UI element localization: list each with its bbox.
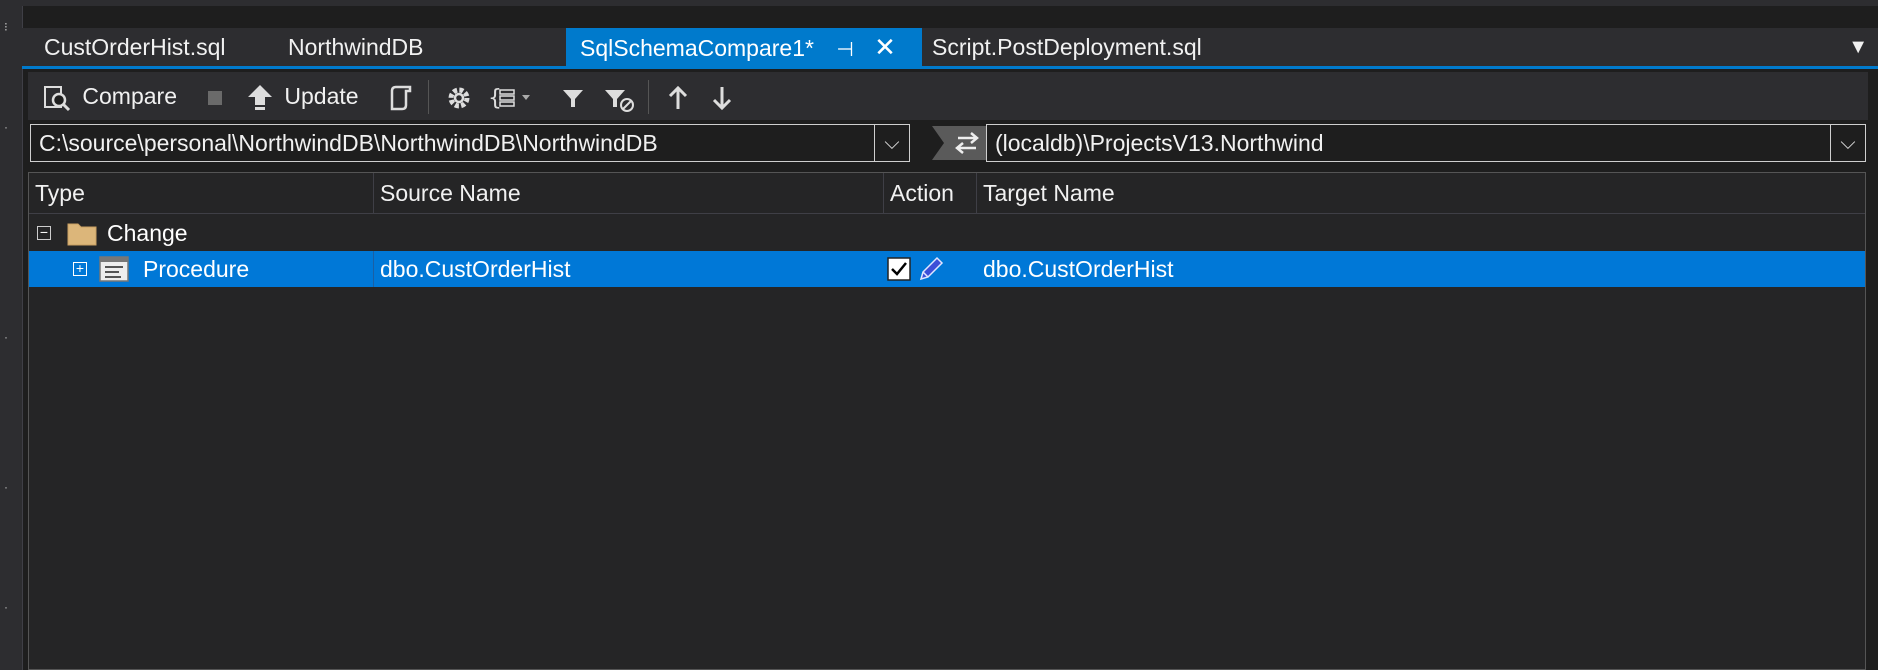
stop-button[interactable] xyxy=(206,78,224,114)
chevron-down-icon[interactable]: ⌵ xyxy=(1830,125,1865,161)
strip-mark: · xyxy=(4,330,8,344)
top-bar xyxy=(22,0,1878,6)
tab-label: CustOrderHist.sql xyxy=(44,34,226,60)
target-select[interactable]: (localdb)\ProjectsV13.Northwind ⌵ xyxy=(986,124,1866,162)
row-type: Procedure xyxy=(143,251,374,287)
target-select-value: (localdb)\ProjectsV13.Northwind xyxy=(995,130,1324,156)
collapse-icon[interactable]: − xyxy=(37,225,51,240)
options-button[interactable] xyxy=(444,78,474,114)
arrow-up-icon xyxy=(668,85,688,109)
strip-mark: · xyxy=(4,480,8,494)
compare-magnifier-icon xyxy=(44,85,71,111)
filter-button[interactable] xyxy=(560,78,586,114)
tab-script-postdeployment[interactable]: Script.PostDeployment.sql xyxy=(918,28,1216,66)
column-header-type[interactable]: Type xyxy=(29,173,374,213)
group-label: Change xyxy=(107,220,188,246)
update-label: Update xyxy=(284,83,359,109)
procedure-icon xyxy=(99,256,129,282)
update-button[interactable]: Update xyxy=(246,78,359,114)
arrow-down-icon xyxy=(712,86,732,111)
pin-icon[interactable]: ⊣ xyxy=(836,31,853,69)
table-row[interactable]: + Procedure dbo.CustOrderHist dbo.CustOr… xyxy=(29,251,1865,287)
include-checkbox[interactable] xyxy=(887,257,911,281)
row-source-name: dbo.CustOrderHist xyxy=(380,256,571,282)
source-select-value: C:\source\personal\NorthwindDB\Northwind… xyxy=(39,130,658,156)
generate-script-button[interactable] xyxy=(384,78,414,114)
update-arrow-up-icon xyxy=(248,84,272,110)
filter-icon xyxy=(563,89,583,107)
group-row-change[interactable]: − Change xyxy=(29,215,1865,251)
compare-label: Compare xyxy=(82,83,177,109)
schema-compare-toolbar: Compare Update { xyxy=(28,72,1868,120)
strip-mark: ⁝ xyxy=(4,20,8,34)
gear-icon xyxy=(448,87,470,109)
next-change-button[interactable] xyxy=(708,78,736,114)
group-results-button[interactable]: { xyxy=(488,78,538,114)
strip-mark: · xyxy=(4,600,8,614)
chevron-down-icon[interactable]: ⌵ xyxy=(874,125,909,161)
tab-northwinddb[interactable]: NorthwindDB xyxy=(274,28,438,66)
tab-overflow-dropdown-icon[interactable]: ▼ xyxy=(1848,28,1868,66)
tab-label: Script.PostDeployment.sql xyxy=(932,34,1202,60)
toolbar-separator xyxy=(648,80,649,114)
toolbar-separator xyxy=(428,80,429,114)
source-select[interactable]: C:\source\personal\NorthwindDB\Northwind… xyxy=(30,124,910,162)
group-by-icon: { xyxy=(488,86,530,111)
previous-change-button[interactable] xyxy=(664,78,692,114)
tab-custorderhist[interactable]: CustOrderHist.sql xyxy=(30,28,239,66)
pencil-icon xyxy=(919,256,944,281)
close-icon[interactable]: ✕ xyxy=(874,28,896,66)
connection-row: C:\source\personal\NorthwindDB\Northwind… xyxy=(28,124,1868,164)
column-header-target-name[interactable]: Target Name xyxy=(977,173,1865,213)
active-tab-underline xyxy=(22,66,1878,69)
results-grid: Type Source Name Action Target Name − Ch… xyxy=(28,172,1866,670)
clear-filter-button[interactable] xyxy=(602,78,636,114)
column-header-action[interactable]: Action xyxy=(884,173,977,213)
left-tool-strip: ⁝ · · · · xyxy=(0,0,23,670)
compare-button[interactable]: Compare xyxy=(42,78,177,114)
expand-icon[interactable]: + xyxy=(73,261,87,276)
strip-mark: · xyxy=(4,120,8,134)
tab-label: NorthwindDB xyxy=(288,34,424,60)
stop-icon xyxy=(208,90,222,105)
script-icon xyxy=(390,85,412,111)
clear-filter-icon xyxy=(605,89,634,112)
tab-label: SqlSchemaCompare1* xyxy=(580,35,814,61)
column-header-source-name[interactable]: Source Name xyxy=(374,173,884,213)
tab-sqlschemacompare[interactable]: SqlSchemaCompare1* ⊣ ✕ xyxy=(566,28,922,66)
folder-icon xyxy=(67,223,97,246)
document-tab-strip: CustOrderHist.sql NorthwindDB SqlSchemaC… xyxy=(22,28,1878,66)
grid-header: Type Source Name Action Target Name xyxy=(29,173,1865,214)
row-target-name: dbo.CustOrderHist xyxy=(983,256,1174,282)
